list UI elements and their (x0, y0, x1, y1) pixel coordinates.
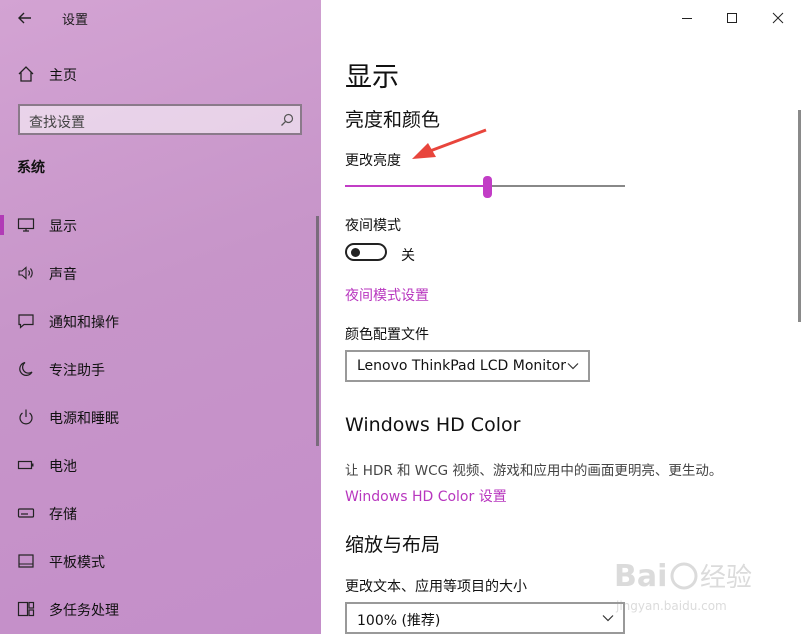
sidebar-item-storage[interactable]: 存储 (0, 495, 321, 531)
dropdown-value: Lenovo ThinkPad LCD Monitor (357, 358, 566, 374)
sidebar-item-display[interactable]: 显示 (0, 207, 321, 243)
title-bar: 设置 (0, 0, 321, 36)
slider-thumb[interactable] (483, 176, 493, 198)
baidu-watermark-logo: Bai 经验 jingyan.baidu.com (614, 559, 752, 613)
speaker-icon (18, 266, 33, 280)
sidebar-item-sound[interactable]: 声音 (0, 255, 321, 291)
scale-section-title: 缩放与布局 (345, 534, 441, 556)
sidebar-item-label: 显示 (49, 219, 77, 235)
tablet-icon (18, 554, 34, 568)
dropdown-value: 100% (推荐) (357, 613, 441, 629)
sidebar-item-multitasking[interactable]: 多任务处理 (0, 591, 321, 627)
home-label: 主页 (49, 68, 77, 84)
color-profile-dropdown[interactable]: Lenovo ThinkPad LCD Monitor (345, 350, 590, 382)
sidebar-home[interactable]: 主页 (0, 58, 321, 90)
hdr-description: 让 HDR 和 WCG 视频、游戏和应用中的画面更明亮、更生动。 (345, 463, 723, 479)
content-scrollbar[interactable] (798, 110, 801, 322)
night-mode-toggle[interactable] (345, 243, 387, 261)
monitor-icon (17, 218, 35, 232)
sidebar-item-focus-assist[interactable]: 专注助手 (0, 351, 321, 387)
scale-label: 更改文本、应用等项目的大小 (345, 579, 527, 595)
sidebar-item-label: 多任务处理 (49, 603, 119, 619)
storage-icon (17, 508, 35, 518)
back-arrow-icon[interactable] (14, 7, 36, 29)
brightness-label: 更改亮度 (345, 153, 401, 169)
multitask-icon (17, 601, 35, 617)
search-icon[interactable] (280, 113, 294, 127)
app-title: 设置 (62, 13, 89, 28)
hdr-settings-link[interactable]: Windows HD Color 设置 (345, 486, 507, 506)
sidebar-item-tablet-mode[interactable]: 平板模式 (0, 543, 321, 579)
sidebar-scrollbar[interactable] (316, 216, 319, 446)
search-input[interactable]: 查找设置 (18, 104, 302, 135)
svg-text:经验: 经验 (700, 563, 752, 593)
sidebar-item-label: 声音 (49, 267, 77, 283)
search-placeholder: 查找设置 (29, 115, 85, 131)
sidebar-item-label: 专注助手 (49, 363, 105, 379)
chevron-down-icon (567, 363, 579, 370)
sidebar-item-power[interactable]: 电源和睡眠 (0, 399, 321, 435)
hdr-section-title: Windows HD Color (345, 414, 521, 436)
moon-icon (19, 361, 33, 376)
battery-icon (17, 460, 34, 470)
sidebar-item-label: 电池 (49, 459, 77, 475)
sidebar-item-label: 平板模式 (49, 555, 105, 571)
brightness-section-title: 亮度和颜色 (345, 109, 441, 131)
slider-filled-track[interactable] (345, 185, 488, 187)
home-icon (18, 66, 34, 82)
section-title: 系统 (17, 160, 45, 176)
sidebar-item-notifications[interactable]: 通知和操作 (0, 303, 321, 339)
power-icon (19, 409, 33, 425)
page-title: 显示 (345, 62, 399, 93)
message-icon (18, 314, 34, 329)
night-mode-label: 夜间模式 (345, 218, 401, 234)
sidebar-item-label: 通知和操作 (49, 315, 119, 331)
svg-text:jingyan.baidu.com: jingyan.baidu.com (615, 599, 727, 613)
color-profile-label: 颜色配置文件 (345, 327, 429, 343)
slider-empty-track[interactable] (487, 185, 625, 187)
scale-dropdown[interactable]: 100% (推荐) (345, 602, 625, 634)
sidebar-item-label: 电源和睡眠 (49, 411, 119, 427)
sidebar: 设置 主页 查找设置 系统 显示 声音 通知和操作 专注助手 电源和睡眠 电池 … (0, 0, 321, 634)
sidebar-item-label: 存储 (49, 507, 77, 523)
night-mode-settings-link[interactable]: 夜间模式设置 (345, 285, 429, 305)
maximize-icon[interactable] (722, 8, 742, 28)
night-mode-state: 关 (401, 248, 415, 264)
svg-text:Bai: Bai (614, 559, 667, 594)
toggle-knob (351, 248, 360, 257)
close-icon[interactable] (768, 8, 788, 28)
minimize-icon[interactable] (677, 8, 697, 28)
selected-indicator (0, 215, 4, 235)
content-pane: 显示 亮度和颜色 更改亮度 夜间模式 关 夜间模式设置 颜色配置文件 Lenov… (321, 0, 802, 634)
sidebar-item-battery[interactable]: 电池 (0, 447, 321, 483)
